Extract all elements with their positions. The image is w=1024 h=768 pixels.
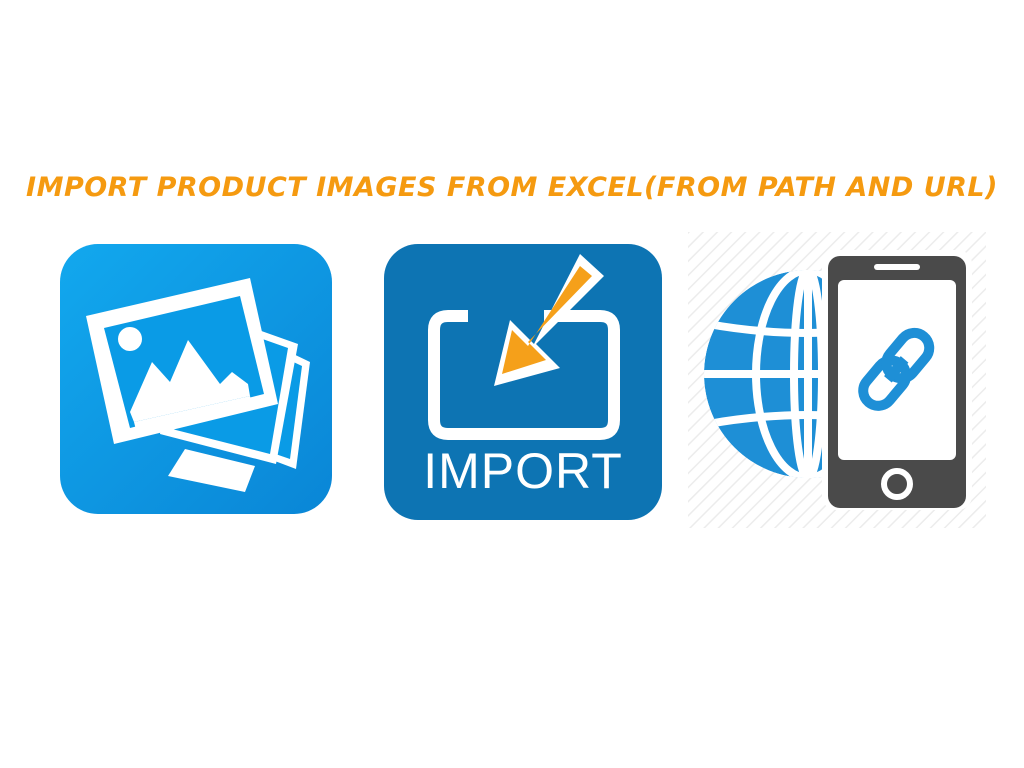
page-title: IMPORT PRODUCT IMAGES FROM EXCEL(FROM PA…	[26, 172, 998, 203]
import-arrow-icon: IMPORT	[384, 244, 662, 520]
photo-stack-icon	[60, 244, 332, 514]
import-label: IMPORT	[423, 443, 623, 499]
globe-phone-link-icon	[688, 232, 986, 528]
